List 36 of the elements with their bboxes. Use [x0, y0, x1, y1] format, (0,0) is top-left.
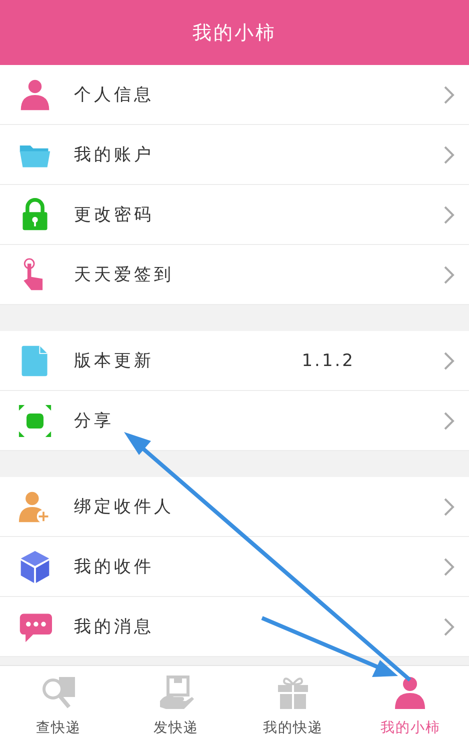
tab[interactable]: 我的快递	[234, 666, 352, 746]
header-title: 我的小柿	[192, 20, 276, 46]
chevron-right-icon	[443, 204, 455, 224]
chevron-right-icon	[443, 496, 455, 516]
chevron-right-icon	[443, 410, 455, 430]
cube-icon	[18, 550, 52, 584]
menu-label: 更改密码	[74, 204, 155, 226]
chevron-right-icon	[443, 84, 455, 104]
version-number: 1.1.2	[302, 350, 355, 370]
menu-row[interactable]: 我的收件	[0, 537, 469, 597]
menu-label: 绑定收件人	[74, 496, 175, 518]
tab[interactable]: 发快递	[117, 666, 234, 746]
chevron-right-icon	[443, 556, 455, 576]
menu-row[interactable]: 我的消息	[0, 597, 469, 657]
menu-label: 分享	[74, 410, 115, 432]
menu-label: 我的消息	[74, 616, 155, 638]
menu-row[interactable]: 天天爱签到	[0, 245, 469, 305]
menu-row[interactable]: 我的账户	[0, 125, 469, 185]
chevron-right-icon	[443, 616, 455, 636]
chevron-right-icon	[443, 264, 455, 284]
menu-row[interactable]: 个人信息	[0, 65, 469, 125]
menu-label: 个人信息	[74, 84, 155, 106]
person-icon	[18, 78, 52, 112]
hand-box-icon	[158, 675, 194, 711]
menu-row[interactable]: 更改密码	[0, 185, 469, 245]
menu-label: 天天爱签到	[74, 264, 175, 286]
menu-row[interactable]: 版本更新 1.1.2	[0, 331, 469, 391]
menu-row[interactable]: 绑定收件人	[0, 477, 469, 537]
expand-icon	[18, 404, 52, 438]
menu-label: 我的收件	[74, 556, 155, 578]
chevron-right-icon	[443, 144, 455, 164]
search-icon	[40, 675, 77, 711]
tab[interactable]: 查快递	[0, 666, 118, 746]
chevron-right-icon	[443, 350, 455, 370]
menu-label: 我的账户	[74, 144, 155, 166]
menu-label: 版本更新	[74, 350, 155, 372]
